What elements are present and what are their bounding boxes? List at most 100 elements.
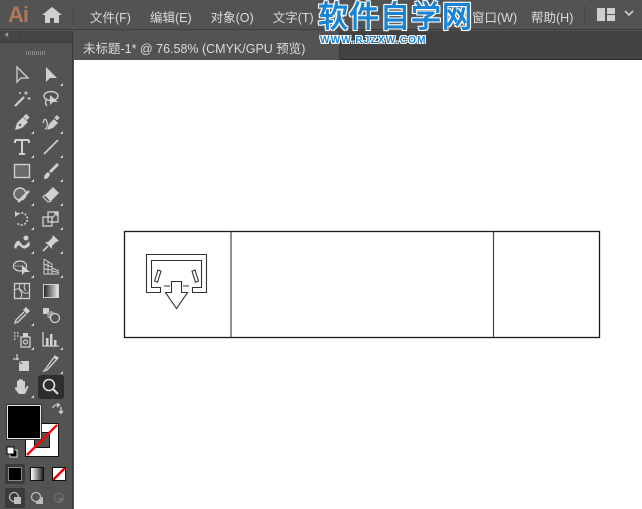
type-tool[interactable] xyxy=(9,135,35,159)
type-icon xyxy=(14,139,30,155)
home-button[interactable] xyxy=(40,6,64,24)
shaper-tool[interactable] xyxy=(9,183,35,207)
menu-divider xyxy=(73,5,74,25)
column-graph-tool[interactable] xyxy=(38,327,64,351)
menu-help[interactable]: 帮助(H) xyxy=(531,7,573,26)
curvature-pen-icon xyxy=(42,115,60,130)
shaper-icon xyxy=(13,187,30,203)
submenu-indicator xyxy=(31,131,34,134)
perspective-grid-tool[interactable] xyxy=(38,255,64,279)
shape-builder-icon xyxy=(12,260,30,275)
document-tab[interactable]: 未标题-1* @ 76.58% (CMYK/GPU 预览) xyxy=(74,31,340,60)
color-mode-button[interactable] xyxy=(5,464,25,484)
gradient-tool[interactable] xyxy=(38,279,64,303)
draw-behind-icon xyxy=(30,491,43,504)
curvature-tool[interactable] xyxy=(38,111,64,135)
tools-panel-header: ‹‹ xyxy=(0,29,72,43)
workspace-layout-button[interactable] xyxy=(597,8,615,21)
eyedropper-tool[interactable] xyxy=(9,303,35,327)
artboard-canvas[interactable] xyxy=(74,60,642,509)
artwork xyxy=(123,230,601,339)
submenu-indicator xyxy=(60,227,63,230)
draw-normal-icon xyxy=(8,491,21,504)
submenu-indicator xyxy=(60,155,63,158)
draw-normal-button[interactable] xyxy=(5,488,25,508)
hand-tool[interactable] xyxy=(9,375,35,399)
none-swatch-icon xyxy=(52,467,66,481)
selection-tool[interactable] xyxy=(9,63,35,87)
default-colors-icon xyxy=(6,446,18,458)
paintbrush-tool[interactable] xyxy=(38,159,64,183)
blend-tool[interactable] xyxy=(38,303,64,327)
puppet-pin-icon xyxy=(42,235,59,252)
submenu-indicator xyxy=(31,347,34,350)
color-mode-row xyxy=(5,464,69,486)
lasso-tool[interactable] xyxy=(38,87,64,111)
menu-edit[interactable]: 编辑(E) xyxy=(150,7,199,26)
scale-icon xyxy=(42,211,59,227)
none-mode-button[interactable] xyxy=(49,464,69,484)
scale-tool[interactable] xyxy=(38,207,64,231)
submenu-indicator xyxy=(60,347,63,350)
watermark: 软件自学网 WWW.RJZXW.COM xyxy=(318,2,472,50)
submenu-indicator xyxy=(60,251,63,254)
blend-icon xyxy=(43,308,61,324)
mesh-tool[interactable] xyxy=(9,279,35,303)
home-icon xyxy=(42,7,62,23)
menu-object[interactable]: 对象(O) xyxy=(211,7,261,26)
collapse-panel-button[interactable]: ‹‹ xyxy=(5,29,9,39)
artboard-tool[interactable] xyxy=(9,351,35,375)
submenu-indicator xyxy=(31,203,34,206)
warp-tool[interactable] xyxy=(9,231,35,255)
pin-tool[interactable] xyxy=(38,231,64,255)
submenu-indicator xyxy=(31,395,34,398)
document-tab-title: 未标题-1* @ 76.58% (CMYK/GPU 预览) xyxy=(83,42,306,56)
watermark-title: 软件自学网 xyxy=(318,1,473,34)
rectangle-tool[interactable] xyxy=(9,159,35,183)
magic-wand-icon xyxy=(14,91,31,107)
zoom-tool[interactable] xyxy=(38,375,64,399)
rotate-tool[interactable] xyxy=(9,207,35,231)
eraser-tool[interactable] xyxy=(38,183,64,207)
shape-builder-tool[interactable] xyxy=(9,255,35,279)
gradient-mode-button[interactable] xyxy=(27,464,47,484)
menu-type[interactable]: 文字(T) xyxy=(273,7,321,26)
menu-file[interactable]: 文件(F) xyxy=(90,7,138,26)
download-tray-icon[interactable] xyxy=(145,253,208,310)
document-area: 未标题-1* @ 76.58% (CMYK/GPU 预览) xyxy=(74,31,642,509)
submenu-indicator xyxy=(31,227,34,230)
column-graph-icon xyxy=(42,332,59,347)
submenu-indicator xyxy=(60,275,63,278)
submenu-indicator xyxy=(31,251,34,254)
hand-icon xyxy=(14,379,29,394)
menu-window[interactable]: 窗口(W) xyxy=(472,7,517,26)
magic-wand-tool[interactable] xyxy=(9,87,35,111)
submenu-indicator xyxy=(31,155,34,158)
line-segment-tool[interactable] xyxy=(38,135,64,159)
draw-inside-button[interactable] xyxy=(49,488,69,508)
direct-selection-tool[interactable] xyxy=(38,63,64,87)
outer-rectangle[interactable] xyxy=(123,230,601,339)
draw-behind-button[interactable] xyxy=(27,488,47,508)
default-fill-stroke-button[interactable] xyxy=(6,445,18,458)
swap-fill-stroke-button[interactable] xyxy=(50,402,64,417)
fill-color-swatch[interactable] xyxy=(6,404,42,440)
workspace-layout-icon xyxy=(597,8,605,21)
eyedropper-icon xyxy=(13,307,30,325)
submenu-indicator xyxy=(60,203,63,206)
draw-inside-icon xyxy=(53,492,65,504)
submenu-indicator xyxy=(60,131,63,134)
solid-color-icon xyxy=(8,467,22,481)
chevron-down-icon xyxy=(624,10,634,17)
submenu-indicator xyxy=(31,323,34,326)
rotate-icon xyxy=(15,211,29,226)
slice-tool[interactable] xyxy=(38,351,64,375)
pen-tool[interactable] xyxy=(9,111,35,135)
lasso-icon xyxy=(43,90,59,107)
rectangle-icon xyxy=(13,163,31,179)
selection-arrow-icon xyxy=(16,65,30,84)
symbol-sprayer-tool[interactable] xyxy=(9,327,35,351)
workspace-dropdown[interactable] xyxy=(623,6,635,20)
submenu-indicator xyxy=(60,83,63,86)
panel-grip-handle[interactable] xyxy=(26,51,46,55)
